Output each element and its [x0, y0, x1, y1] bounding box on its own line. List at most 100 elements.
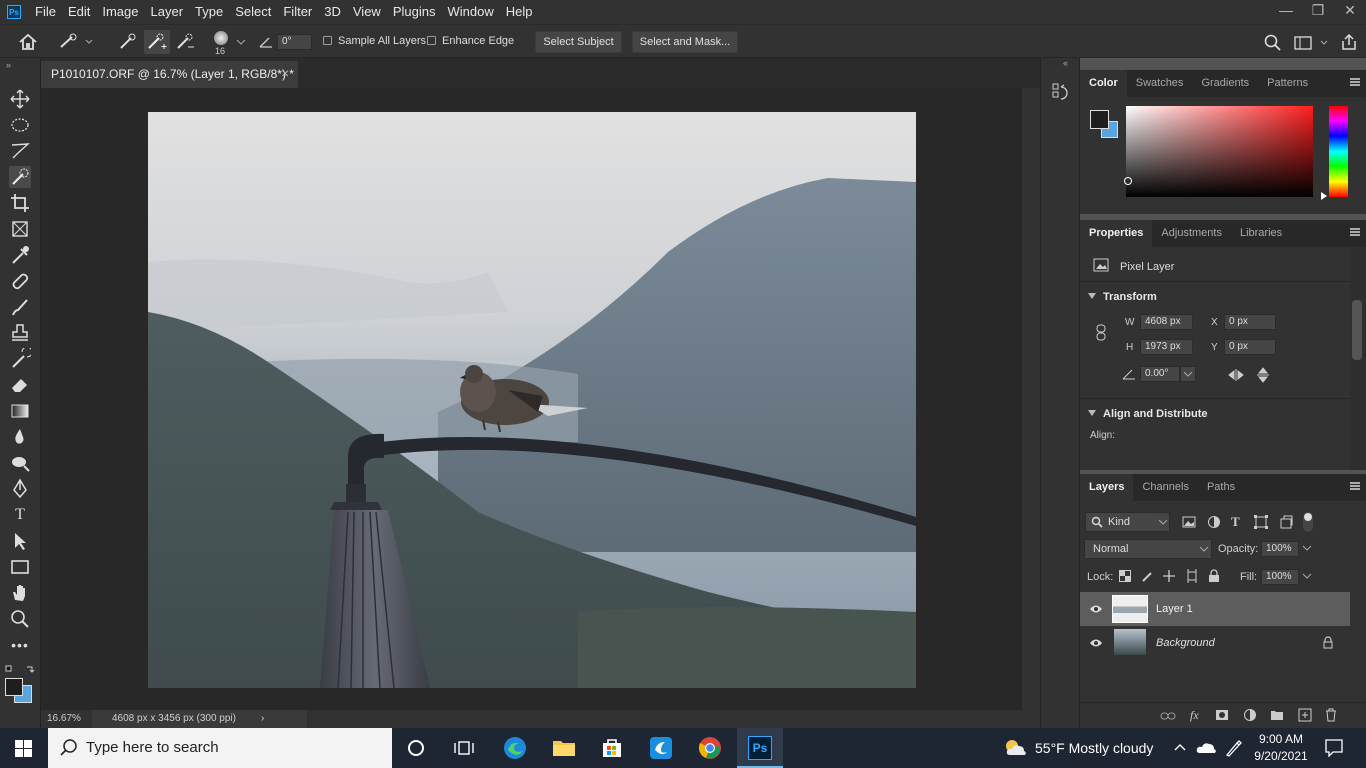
edge-browser-icon[interactable]	[503, 736, 527, 760]
lock-position-icon[interactable]	[1162, 569, 1176, 583]
lasso-tool-icon[interactable]	[9, 140, 31, 162]
zoom-level[interactable]: 16.67%	[47, 710, 81, 728]
security-app-icon[interactable]	[649, 736, 673, 760]
path-selection-tool-icon[interactable]	[9, 530, 31, 552]
menu-item-window[interactable]: Window	[441, 0, 499, 24]
menu-item-layer[interactable]: Layer	[145, 0, 190, 24]
type-tool-icon[interactable]: T	[9, 504, 31, 526]
angle-input[interactable]: 0°	[277, 34, 312, 50]
color-tab-gradients[interactable]: Gradients	[1192, 70, 1258, 97]
pen-workspace-icon[interactable]	[1224, 739, 1242, 757]
menu-item-plugins[interactable]: Plugins	[387, 0, 442, 24]
hand-tool-icon[interactable]	[9, 582, 31, 604]
select-subject-button[interactable]: Select Subject	[535, 31, 622, 53]
close-window-button[interactable]: ✕	[1334, 0, 1366, 22]
filter-pixel-icon[interactable]	[1182, 516, 1196, 528]
layers-tab-paths[interactable]: Paths	[1198, 474, 1244, 501]
menu-item-select[interactable]: Select	[229, 0, 277, 24]
workspace-icon[interactable]	[1294, 35, 1330, 51]
new-layer-icon[interactable]	[1298, 708, 1312, 722]
marquee-tool-icon[interactable]	[9, 114, 31, 136]
properties-tab-adjustments[interactable]: Adjustments	[1152, 220, 1231, 247]
align-collapse-icon[interactable]	[1088, 410, 1096, 416]
menu-item-file[interactable]: File	[29, 0, 62, 24]
hue-slider[interactable]	[1329, 106, 1348, 197]
menu-item-filter[interactable]: Filter	[277, 0, 318, 24]
swap-colors-icon[interactable]	[5, 664, 37, 676]
lock-artboard-icon[interactable]	[1185, 569, 1199, 583]
onedrive-cloud-icon[interactable]	[1196, 740, 1216, 754]
filter-shape-icon[interactable]	[1254, 515, 1268, 529]
more-tools-icon[interactable]: •••	[9, 634, 31, 656]
new-selection-icon[interactable]	[118, 33, 138, 51]
layers-tab-layers[interactable]: Layers	[1080, 474, 1134, 501]
expand-tools-icon[interactable]: »	[6, 60, 11, 70]
color-field-picker[interactable]	[1126, 106, 1313, 197]
lock-all-icon[interactable]	[1208, 569, 1220, 583]
history-brush-tool-icon[interactable]	[9, 348, 31, 370]
microsoft-store-icon[interactable]	[600, 736, 624, 760]
chrome-browser-icon[interactable]	[698, 736, 722, 760]
visibility-eye-icon[interactable]	[1089, 638, 1103, 648]
color-tab-color[interactable]: Color	[1080, 70, 1127, 97]
filter-adjustment-icon[interactable]	[1207, 515, 1221, 529]
layer-name[interactable]: Background	[1156, 637, 1215, 649]
restore-button[interactable]: ❐	[1302, 0, 1334, 22]
share-icon[interactable]	[1340, 33, 1358, 51]
brush-preview-icon[interactable]	[214, 31, 228, 45]
brush-tool-icon[interactable]	[9, 296, 31, 318]
subtract-from-selection-icon[interactable]	[175, 33, 195, 51]
chevron-down-icon[interactable]	[236, 39, 246, 45]
color-tab-swatches[interactable]: Swatches	[1127, 70, 1193, 97]
document-tab[interactable]: P1010107.ORF @ 16.7% (Layer 1, RGB/8*) *…	[41, 61, 298, 88]
sample-all-layers-checkbox[interactable]	[323, 36, 332, 45]
layers-tab-channels[interactable]: Channels	[1133, 474, 1197, 501]
visibility-eye-icon[interactable]	[1089, 604, 1103, 614]
tool-preset-picker[interactable]	[58, 33, 94, 51]
document-canvas-image[interactable]	[148, 112, 916, 688]
blend-mode-dropdown[interactable]: Normal	[1084, 539, 1212, 559]
delete-layer-icon[interactable]	[1325, 708, 1337, 722]
menu-item-view[interactable]: View	[347, 0, 387, 24]
collapse-panels-icon[interactable]: «	[1063, 58, 1068, 68]
crop-tool-icon[interactable]	[9, 192, 31, 214]
taskbar-photoshop-button[interactable]: Ps	[737, 728, 783, 768]
filter-toggle[interactable]	[1303, 512, 1313, 532]
blur-tool-icon[interactable]	[9, 426, 31, 448]
properties-tab-properties[interactable]: Properties	[1080, 220, 1153, 247]
gradient-tool-icon[interactable]	[9, 400, 31, 422]
frame-tool-icon[interactable]	[9, 218, 31, 240]
file-explorer-icon[interactable]	[552, 736, 576, 760]
filter-type-icon[interactable]: T	[1231, 514, 1240, 530]
lock-transparent-pixels-icon[interactable]	[1119, 570, 1131, 582]
rotation-angle-dropdown[interactable]	[1180, 366, 1196, 382]
windows-start-icon[interactable]	[15, 740, 33, 758]
filter-smart-object-icon[interactable]	[1279, 515, 1293, 529]
weather-text[interactable]: 55°F Mostly cloudy	[1035, 740, 1153, 756]
chevron-up-icon[interactable]	[1174, 743, 1186, 751]
lock-image-pixels-icon[interactable]	[1142, 570, 1154, 582]
width-input[interactable]: 4608 px	[1140, 314, 1193, 330]
height-input[interactable]: 1973 px	[1140, 339, 1193, 355]
layers-panel-menu-icon[interactable]	[1350, 482, 1360, 490]
layer-name[interactable]: Layer 1	[1156, 603, 1193, 615]
layer-style-button[interactable]: fx	[1190, 708, 1199, 723]
menu-item-help[interactable]: Help	[500, 0, 539, 24]
new-group-icon[interactable]	[1270, 709, 1284, 721]
home-icon[interactable]	[18, 33, 38, 51]
flip-horizontal-icon[interactable]	[1227, 368, 1245, 382]
menu-item-image[interactable]: Image	[96, 0, 144, 24]
color-tab-patterns[interactable]: Patterns	[1258, 70, 1317, 97]
quick-selection-tool-button[interactable]	[9, 166, 31, 188]
zoom-tool-icon[interactable]	[9, 608, 31, 630]
add-mask-icon[interactable]	[1215, 709, 1229, 721]
fill-input[interactable]: 100%	[1261, 569, 1299, 585]
notifications-icon[interactable]	[1325, 739, 1343, 757]
taskbar-date[interactable]: 9/20/2021	[1253, 749, 1309, 763]
eyedropper-tool-icon[interactable]	[9, 244, 31, 266]
move-tool-icon[interactable]	[9, 88, 31, 110]
rectangle-tool-icon[interactable]	[9, 556, 31, 578]
pen-tool-icon[interactable]	[9, 478, 31, 500]
chevron-down-icon[interactable]	[1302, 573, 1312, 579]
weather-cloud-icon[interactable]	[1004, 739, 1028, 757]
